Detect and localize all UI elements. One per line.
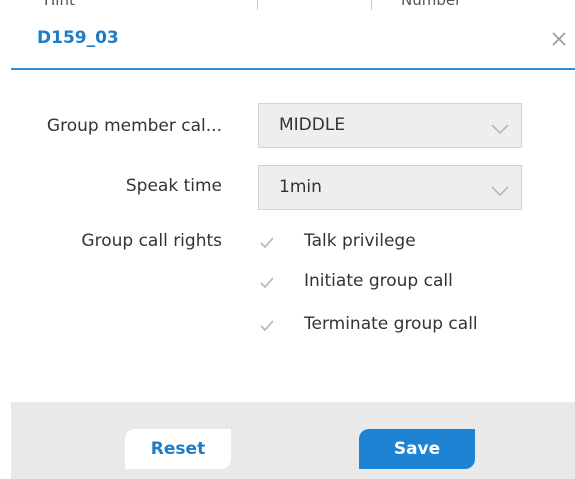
dialog-footer: Reset Save bbox=[11, 402, 575, 479]
speak-time-label: Speak time bbox=[125, 176, 222, 196]
talk-privilege-checkbox[interactable] bbox=[258, 234, 276, 252]
dialog-header: D159_03 bbox=[0, 10, 575, 67]
group-member-call-label: Group member cal... bbox=[46, 116, 222, 136]
background-divider bbox=[257, 0, 258, 10]
background-peek: Hint Number bbox=[0, 0, 575, 10]
header-divider bbox=[11, 68, 575, 70]
speak-time-value: 1min bbox=[279, 177, 322, 197]
background-divider bbox=[371, 0, 372, 10]
close-icon[interactable] bbox=[548, 28, 570, 50]
group-member-call-value: MIDDLE bbox=[279, 115, 346, 135]
background-text-right: Number bbox=[401, 0, 462, 9]
speak-time-select[interactable]: 1min bbox=[258, 165, 522, 210]
terminate-group-call-label: Terminate group call bbox=[304, 314, 478, 334]
reset-button[interactable]: Reset bbox=[125, 429, 231, 469]
group-member-call-select[interactable]: MIDDLE bbox=[258, 103, 522, 148]
save-button[interactable]: Save bbox=[359, 429, 475, 469]
initiate-group-call-label: Initiate group call bbox=[304, 271, 453, 291]
chevron-down-icon bbox=[491, 182, 509, 197]
background-text-left: Hint bbox=[44, 0, 75, 9]
talk-privilege-label: Talk privilege bbox=[304, 231, 416, 251]
dialog-title: D159_03 bbox=[37, 28, 119, 48]
chevron-down-icon bbox=[491, 120, 509, 135]
group-call-rights-label: Group call rights bbox=[81, 231, 222, 251]
initiate-group-call-checkbox[interactable] bbox=[258, 274, 276, 292]
terminate-group-call-checkbox[interactable] bbox=[258, 317, 276, 335]
